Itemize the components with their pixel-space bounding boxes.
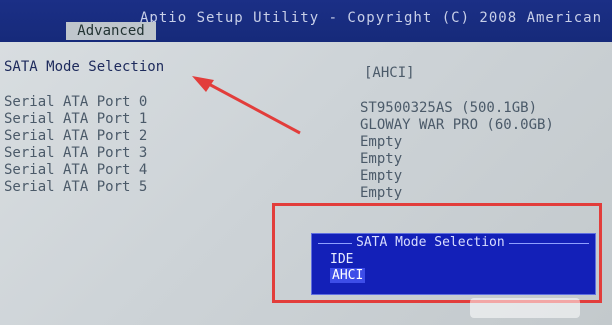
- port-label: Serial ATA Port 3: [4, 145, 148, 161]
- option-ahci[interactable]: AHCI: [330, 268, 366, 283]
- port-value: Empty: [360, 151, 403, 167]
- tab-advanced[interactable]: Advanced: [66, 22, 156, 40]
- sata-mode-popup: SATA Mode Selection IDE AHCI: [311, 233, 596, 295]
- port-value: Empty: [360, 168, 403, 184]
- bios-header: Aptio Setup Utility - Copyright (C) 2008…: [0, 0, 612, 42]
- port-label: Serial ATA Port 4: [4, 162, 148, 178]
- popup-title: SATA Mode Selection: [352, 235, 509, 250]
- sata-mode-label[interactable]: SATA Mode Selection: [4, 59, 164, 75]
- port-label: Serial ATA Port 5: [4, 179, 148, 195]
- port-value: ST9500325AS (500.1GB): [360, 100, 538, 116]
- port-value: GLOWAY WAR PRO (60.0GB): [360, 117, 554, 133]
- port-label: Serial ATA Port 0: [4, 94, 148, 110]
- app-title: Aptio Setup Utility - Copyright (C) 2008…: [140, 10, 603, 26]
- sata-mode-value[interactable]: [AHCI]: [364, 65, 415, 81]
- option-ide[interactable]: IDE: [330, 252, 353, 267]
- port-value: Empty: [360, 134, 403, 150]
- port-label: Serial ATA Port 1: [4, 111, 148, 127]
- port-value: Empty: [360, 185, 403, 201]
- port-label: Serial ATA Port 2: [4, 128, 148, 144]
- watermark: [470, 298, 580, 318]
